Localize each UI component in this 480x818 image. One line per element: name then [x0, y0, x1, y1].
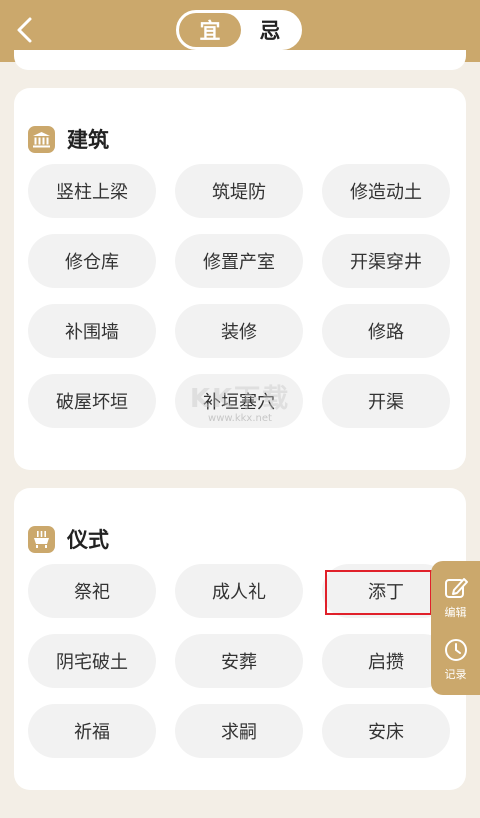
activity-item[interactable]: 祭祀: [28, 564, 156, 618]
section-title: 仪式: [67, 528, 109, 552]
activity-item[interactable]: 求嗣: [175, 704, 303, 758]
edit-label: 编辑: [444, 605, 467, 619]
chevron-left-icon: [17, 17, 32, 43]
edit-button[interactable]: 编辑: [431, 567, 480, 627]
incense-burner-icon: [28, 525, 55, 553]
previous-card-edge: [14, 50, 466, 70]
yi-ji-toggle: 宜 忌: [176, 10, 302, 50]
activity-item[interactable]: 修置产室: [175, 234, 303, 288]
activity-item[interactable]: 开渠: [322, 374, 450, 428]
back-button[interactable]: [10, 14, 40, 46]
clock-icon: [444, 638, 467, 661]
activity-item[interactable]: 竖柱上梁: [28, 164, 156, 218]
edit-icon: [444, 577, 468, 598]
activity-item[interactable]: 祈福: [28, 704, 156, 758]
record-label: 记录: [444, 667, 467, 681]
floating-action-panel: 编辑 记录: [431, 561, 480, 695]
section-title: 建筑: [67, 128, 109, 152]
activity-item[interactable]: 安葬: [175, 634, 303, 688]
activity-item[interactable]: 装修: [175, 304, 303, 358]
section-header: 仪式: [28, 524, 109, 554]
activity-item[interactable]: 开渠穿井: [322, 234, 450, 288]
tab-yi[interactable]: 宜: [179, 13, 241, 47]
building-icon: [28, 125, 55, 153]
activity-item[interactable]: 补围墙: [28, 304, 156, 358]
activity-item[interactable]: 安床: [322, 704, 450, 758]
section-header: 建筑: [28, 124, 109, 154]
activity-item[interactable]: 成人礼: [175, 564, 303, 618]
activity-item[interactable]: 破屋坏垣: [28, 374, 156, 428]
activity-item[interactable]: 阴宅破土: [28, 634, 156, 688]
activity-item[interactable]: 修造动土: [322, 164, 450, 218]
record-button[interactable]: 记录: [431, 629, 480, 689]
activity-item[interactable]: 补垣塞穴: [175, 374, 303, 428]
activity-item[interactable]: 筑堤防: [175, 164, 303, 218]
tab-ji[interactable]: 忌: [241, 13, 299, 47]
activity-item[interactable]: 修仓库: [28, 234, 156, 288]
activity-item[interactable]: 修路: [322, 304, 450, 358]
